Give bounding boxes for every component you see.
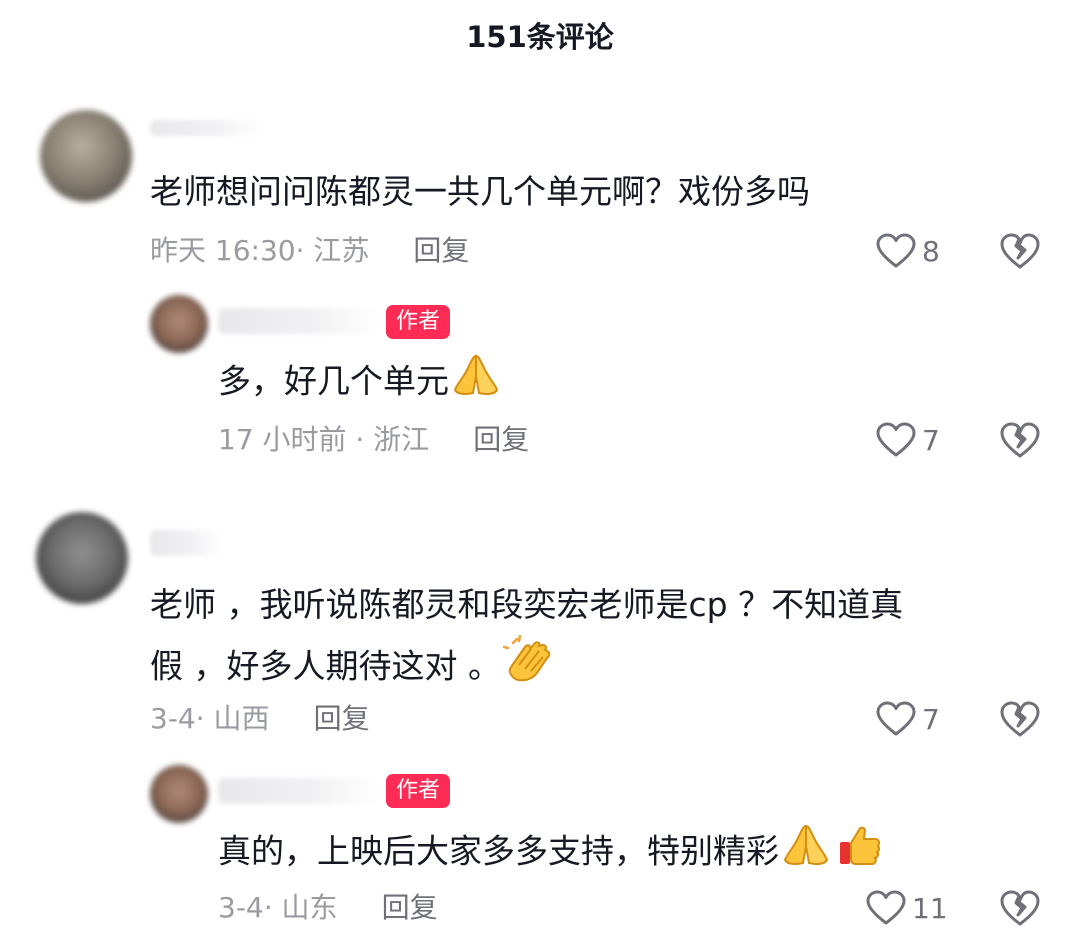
like-button[interactable]: 11 bbox=[866, 888, 948, 928]
reply-location: 浙江 bbox=[373, 423, 430, 456]
username-blurred[interactable] bbox=[218, 308, 380, 334]
comment-meta: 昨天 16:30· 江苏 回复 bbox=[150, 234, 470, 267]
broken-heart-icon[interactable] bbox=[1000, 420, 1040, 460]
reply-meta: 17 小时前 · 浙江 回复 bbox=[218, 423, 530, 456]
avatar[interactable] bbox=[150, 295, 208, 353]
like-button[interactable]: 8 bbox=[876, 231, 940, 271]
comment-text: 老师想问问陈都灵一共几个单元啊？戏份多吗 bbox=[150, 172, 810, 211]
like-count: 7 bbox=[922, 423, 940, 457]
username-blurred[interactable] bbox=[218, 778, 380, 804]
comment-text-line-2: 假 ，好多人期待这对 。 bbox=[150, 646, 501, 686]
reply-text-row: 多，好几个单元 bbox=[218, 352, 501, 414]
broken-heart-icon[interactable] bbox=[1000, 231, 1040, 271]
comments-count-title: 151条评论 bbox=[466, 20, 614, 54]
heart-icon bbox=[876, 422, 916, 457]
author-badge: 作者 bbox=[386, 774, 451, 808]
reply-location: 山东 bbox=[281, 891, 338, 924]
like-count: 7 bbox=[922, 702, 940, 736]
username-blurred[interactable] bbox=[150, 530, 220, 556]
heart-icon bbox=[876, 701, 916, 736]
comment-time: 昨天 16:30 bbox=[150, 234, 296, 267]
thumbs-up-emoji bbox=[837, 822, 883, 884]
avatar[interactable] bbox=[40, 110, 132, 202]
hands-pressed-together-emoji bbox=[781, 822, 831, 884]
username-blurred[interactable] bbox=[150, 120, 260, 136]
reply-text-row: 真的，上映后大家多多支持，特别精彩 bbox=[218, 822, 883, 884]
comment-location: 山西 bbox=[213, 702, 270, 735]
hands-pressed-together-emoji bbox=[451, 352, 501, 414]
comment-time: 3-4 bbox=[150, 702, 196, 735]
reply-meta: 3-4· 山东 回复 bbox=[218, 891, 438, 924]
comment-location: 江苏 bbox=[313, 234, 370, 267]
reply-button[interactable]: 回复 bbox=[413, 234, 469, 267]
avatar[interactable] bbox=[150, 765, 208, 823]
reply-time: 17 小时前 bbox=[218, 423, 347, 456]
reply-button[interactable]: 回复 bbox=[473, 423, 529, 456]
reply-text: 多，好几个单元 bbox=[218, 361, 449, 401]
like-button[interactable]: 7 bbox=[876, 699, 940, 739]
reply-button[interactable]: 回复 bbox=[382, 891, 438, 924]
author-badge: 作者 bbox=[386, 305, 451, 339]
reply-time: 3-4 bbox=[218, 891, 264, 924]
comment-text-line-2-row: 假 ，好多人期待这对 。 bbox=[150, 634, 555, 701]
like-button[interactable]: 7 bbox=[876, 420, 940, 460]
like-count: 11 bbox=[912, 891, 948, 925]
reply-text: 真的，上映后大家多多支持，特别精彩 bbox=[218, 831, 779, 871]
comment-text-line-1: 老师 ，我听说陈都灵和段奕宏老师是cp ？不知道真 bbox=[150, 585, 904, 624]
heart-icon bbox=[876, 233, 916, 268]
clapping-hands-emoji bbox=[502, 634, 555, 701]
reply-button[interactable]: 回复 bbox=[314, 702, 370, 735]
broken-heart-icon[interactable] bbox=[1000, 699, 1040, 739]
broken-heart-icon[interactable] bbox=[1000, 888, 1040, 928]
comment-meta: 3-4· 山西 回复 bbox=[150, 702, 370, 735]
like-count: 8 bbox=[922, 234, 940, 268]
avatar[interactable] bbox=[36, 512, 128, 604]
heart-icon bbox=[866, 890, 906, 925]
